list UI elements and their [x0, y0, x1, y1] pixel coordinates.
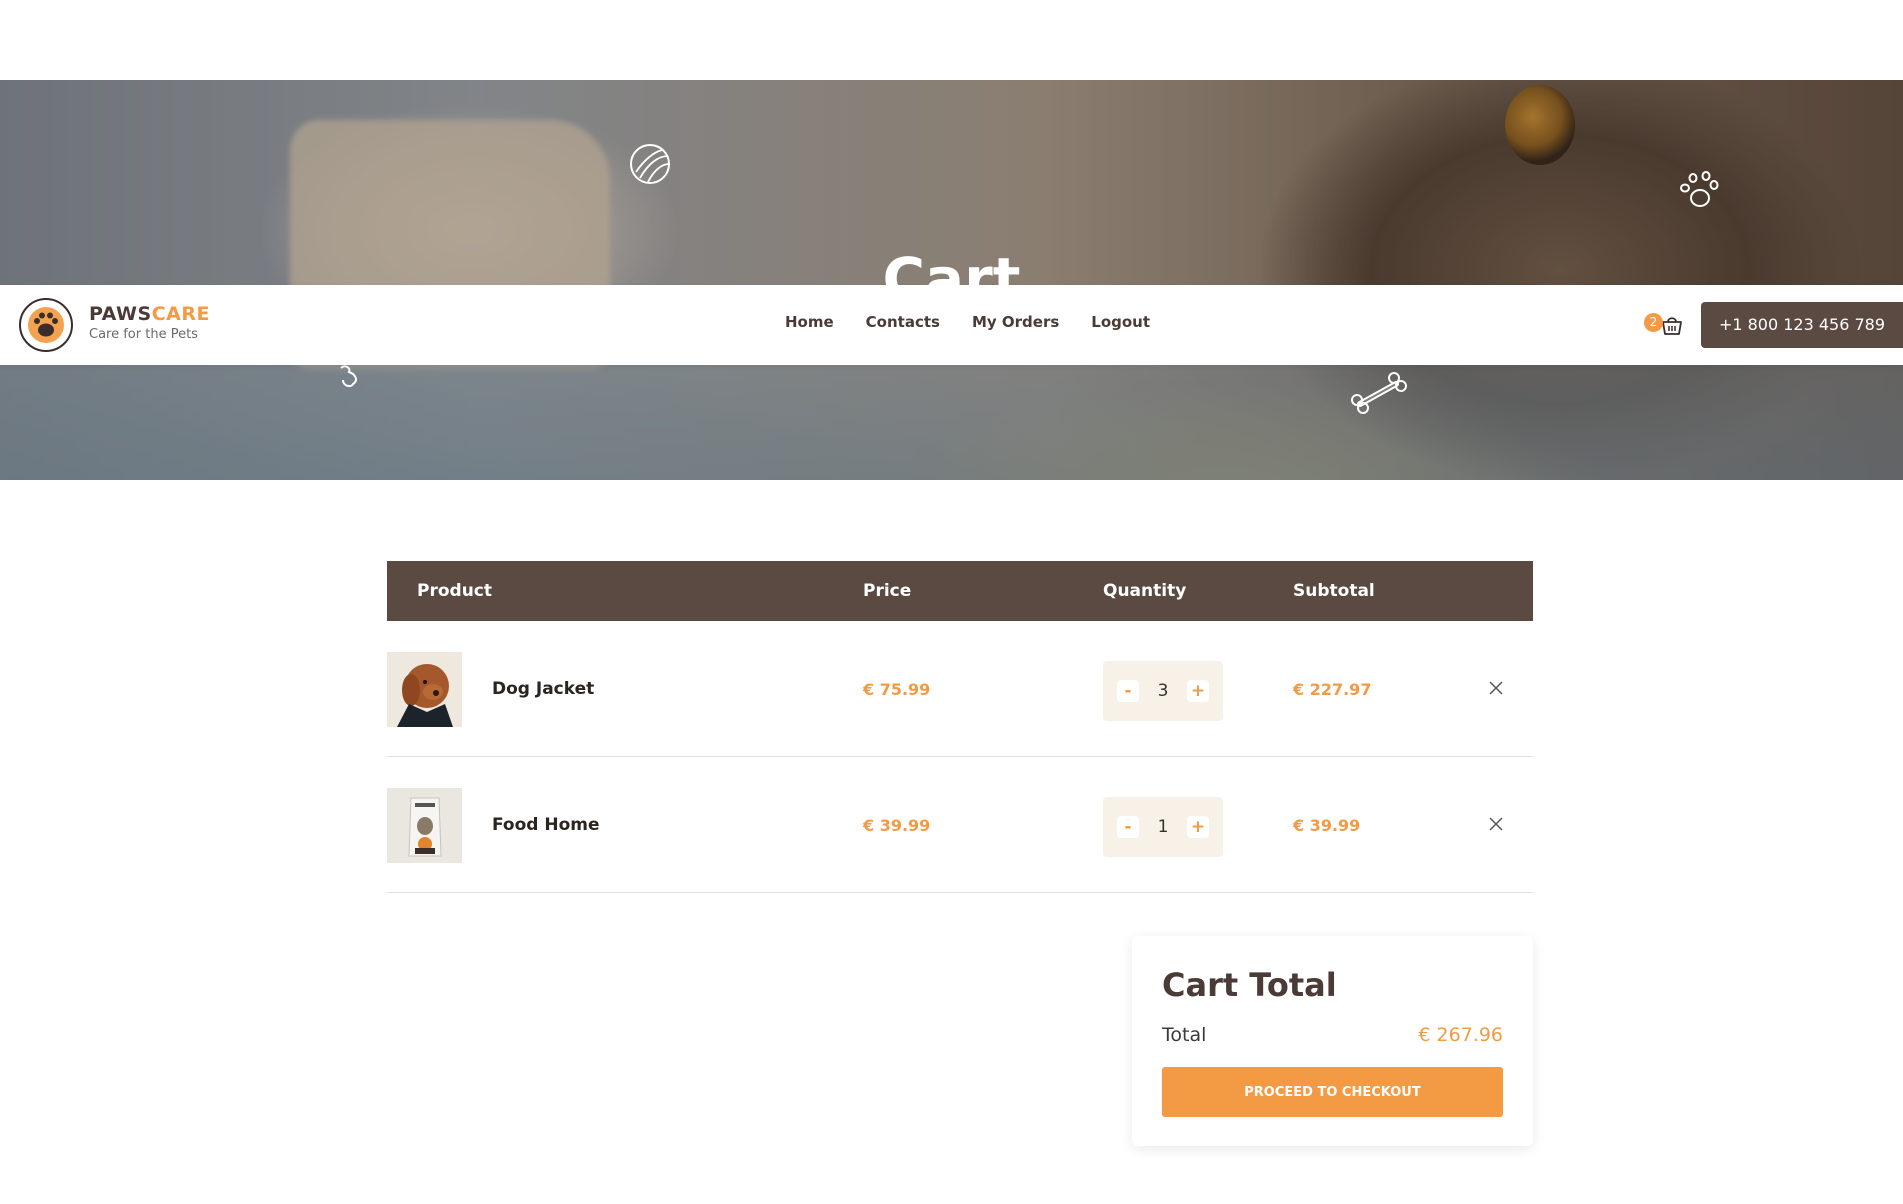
header-product: Product [417, 581, 492, 601]
header-cart-button[interactable]: 2 [1644, 311, 1684, 341]
food-package-image [387, 788, 462, 863]
table-row: Food Home € 39.99 - 1 + € 39.99 [387, 757, 1533, 893]
product-price: € 75.99 [863, 680, 931, 699]
quantity-increase-button[interactable]: + [1187, 816, 1209, 838]
site-header: PAWSCARE Care for the Pets Home Contacts… [0, 285, 1903, 365]
quantity-increase-button[interactable]: + [1187, 680, 1209, 702]
product-name[interactable]: Food Home [492, 815, 600, 835]
total-value: € 267.96 [1418, 1024, 1503, 1046]
cart-count-badge: 2 [1644, 313, 1663, 332]
paw-print-icon [1680, 171, 1719, 207]
brand-name-part1: PAWS [89, 303, 152, 325]
product-price: € 39.99 [863, 816, 931, 835]
table-row: Dog Jacket € 75.99 - 3 + € 227.97 [387, 621, 1533, 757]
close-icon[interactable] [1484, 676, 1508, 700]
nav-my-orders[interactable]: My Orders [972, 313, 1059, 331]
header-quantity: Quantity [1103, 581, 1187, 601]
brand-tagline: Care for the Pets [89, 327, 198, 342]
bone-icon [340, 365, 357, 388]
phone-button[interactable]: +1 800 123 456 789 [1701, 302, 1903, 348]
yarn-ball-icon [630, 144, 670, 184]
cart-table: Product Price Quantity Subtotal Dog Jack… [387, 561, 1533, 893]
close-icon[interactable] [1484, 812, 1508, 836]
product-subtotal: € 227.97 [1293, 680, 1372, 699]
header-price: Price [863, 581, 912, 601]
total-label: Total [1162, 1024, 1207, 1046]
product-subtotal: € 39.99 [1293, 816, 1361, 835]
proceed-to-checkout-button[interactable]: PROCEED TO CHECKOUT [1162, 1067, 1503, 1117]
product-image-food-home[interactable] [387, 788, 462, 863]
product-name[interactable]: Dog Jacket [492, 679, 594, 699]
main-nav: Home Contacts My Orders Logout [785, 313, 1182, 331]
paw-logo-icon [28, 307, 64, 343]
cart-total-card: Cart Total Total € 267.96 PROCEED TO CHE… [1132, 936, 1533, 1146]
bone-icon [1351, 372, 1407, 414]
dog-image [387, 652, 462, 727]
logo[interactable] [19, 298, 73, 352]
quantity-stepper: - 1 + [1103, 797, 1223, 857]
brand-name-part2: CARE [151, 303, 210, 325]
hero-banner: Cart [0, 80, 1903, 480]
table-header: Product Price Quantity Subtotal [387, 561, 1533, 621]
nav-home[interactable]: Home [785, 313, 834, 331]
product-image-dog-jacket[interactable] [387, 652, 462, 727]
brand-name: PAWSCARE [89, 303, 210, 325]
cart-icon [1662, 317, 1682, 335]
nav-logout[interactable]: Logout [1091, 313, 1150, 331]
quantity-stepper: - 3 + [1103, 661, 1223, 721]
brand[interactable]: PAWSCARE Care for the Pets [89, 303, 210, 342]
nav-contacts[interactable]: Contacts [866, 313, 940, 331]
cart-total-title: Cart Total [1162, 966, 1337, 1004]
header-subtotal: Subtotal [1293, 581, 1375, 601]
